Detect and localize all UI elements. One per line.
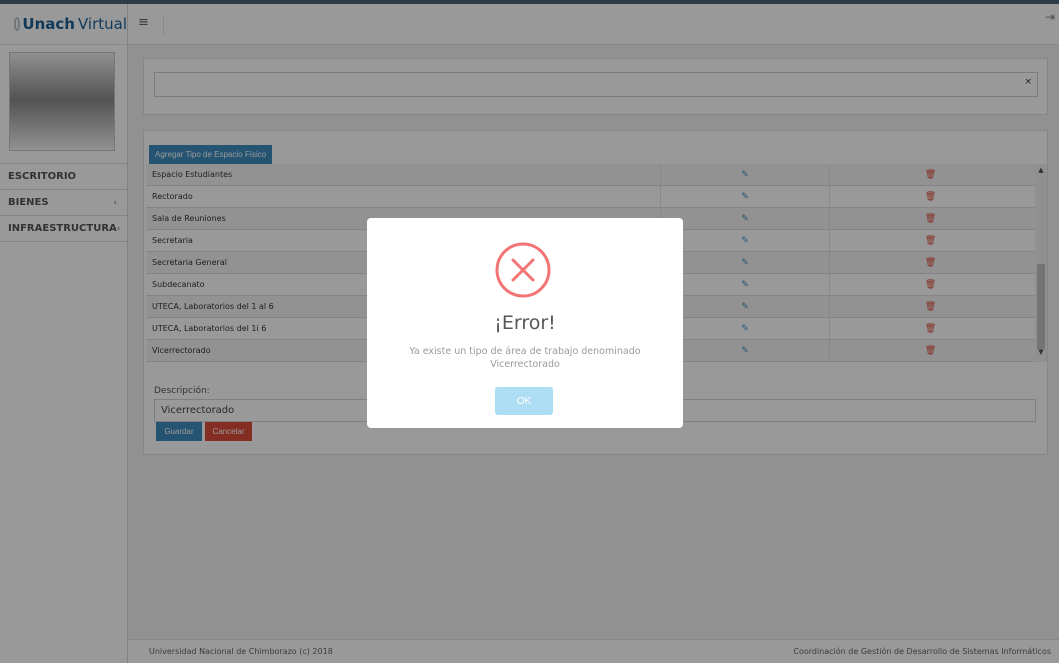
dialog-message: Ya existe un tipo de área de trabajo den… (409, 346, 641, 370)
ok-button[interactable]: OK (495, 387, 553, 415)
error-x-icon (495, 242, 551, 298)
dialog-title: ¡Error! (494, 312, 556, 334)
error-dialog: ¡Error! Ya existe un tipo de área de tra… (367, 218, 683, 428)
top-accent-line (0, 0, 1059, 4)
